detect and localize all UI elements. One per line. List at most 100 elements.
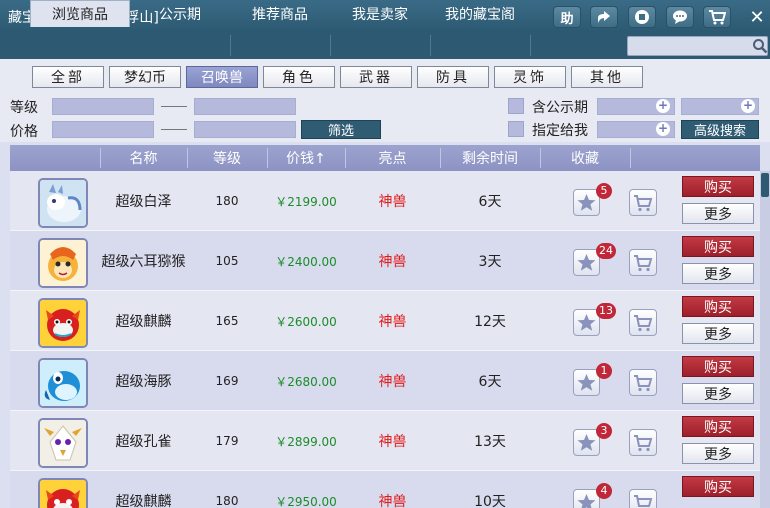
tab-seller-label: 我是卖家	[352, 6, 408, 23]
category-label: 梦幻币	[124, 70, 166, 86]
item-level: 169	[215, 374, 239, 388]
header-divider	[630, 148, 631, 168]
table-row: 超级孔雀 179 ￥2899.00 神兽 13天 3 购买 更多	[10, 411, 760, 471]
favorite-count-badge: 5	[596, 183, 612, 199]
header-label: 名称	[129, 151, 158, 167]
stop-button[interactable]	[628, 6, 656, 28]
buy-button[interactable]: 购买	[682, 176, 754, 197]
tab-my-treasure[interactable]: 我的藏宝阁	[430, 0, 530, 27]
category-accessory[interactable]: 灵饰	[494, 66, 566, 88]
peacock-avatar[interactable]	[38, 418, 88, 468]
tab-divider	[530, 35, 531, 56]
dolphin-avatar[interactable]	[38, 358, 88, 408]
close-button[interactable]: ✕	[748, 6, 766, 28]
header-level[interactable]: 等级	[187, 145, 267, 171]
level-min-input[interactable]	[52, 98, 154, 115]
favorite-count-badge: 1	[596, 363, 612, 379]
add-to-cart-button[interactable]	[629, 489, 657, 508]
favorite-count-badge: 4	[596, 483, 612, 499]
add-to-cart-button[interactable]	[629, 249, 657, 276]
category-armor[interactable]: 防具	[417, 66, 489, 88]
buy-button[interactable]: 购买	[682, 236, 754, 257]
tab-recommended[interactable]: 推荐商品	[230, 0, 330, 27]
buy-label: 购买	[704, 239, 732, 256]
add-to-cart-button[interactable]	[629, 189, 657, 216]
category-summon-beast[interactable]: 召唤兽	[186, 66, 258, 88]
header-time[interactable]: 剩余时间	[440, 145, 540, 171]
more-button[interactable]: 更多	[682, 263, 754, 284]
item-highlight: 神兽	[378, 254, 407, 270]
buy-button[interactable]: 购买	[682, 356, 754, 377]
more-button[interactable]: 更多	[682, 443, 754, 464]
plus-icon[interactable]: +	[741, 99, 755, 113]
cart-icon	[709, 10, 726, 25]
add-to-cart-button[interactable]	[629, 369, 657, 396]
item-remaining-time: 3天	[478, 254, 502, 270]
more-label: 更多	[704, 446, 732, 463]
cart-icon	[634, 435, 653, 452]
table-header: 名称 等级 价钱↑ 亮点 剩余时间 收藏	[10, 145, 760, 171]
header-favorites: 收藏	[540, 145, 630, 171]
message-button[interactable]	[666, 6, 694, 28]
category-label: 全部	[51, 70, 85, 86]
category-character[interactable]: 角色	[263, 66, 335, 88]
header-label: 剩余时间	[462, 151, 518, 167]
cart-icon	[634, 375, 653, 392]
category-other[interactable]: 其他	[571, 66, 643, 88]
share-button[interactable]	[590, 6, 618, 28]
advanced-search-button[interactable]: 高级搜索	[681, 120, 759, 139]
category-weapon[interactable]: 武器	[340, 66, 412, 88]
public-checkbox[interactable]	[508, 98, 524, 114]
more-label: 更多	[704, 266, 732, 283]
more-button[interactable]: 更多	[682, 383, 754, 404]
assigned-checkbox[interactable]	[508, 121, 524, 137]
qilin-avatar[interactable]	[38, 478, 88, 508]
share-icon	[598, 11, 610, 23]
buy-button[interactable]: 购买	[682, 296, 754, 317]
search-icon[interactable]	[752, 38, 768, 54]
header-price[interactable]: 价钱↑	[267, 145, 345, 171]
level-max-input[interactable]	[194, 98, 296, 115]
more-button[interactable]: 更多	[682, 203, 754, 224]
buy-button[interactable]: 购买	[682, 416, 754, 437]
white-beast-avatar[interactable]	[38, 178, 88, 228]
tab-my-treasure-label: 我的藏宝阁	[445, 6, 515, 23]
tab-browse-label: 浏览商品	[52, 7, 108, 23]
monkey-avatar[interactable]	[38, 238, 88, 288]
tab-public[interactable]: 公示期	[130, 0, 230, 27]
price-min-input[interactable]	[52, 121, 154, 138]
category-currency[interactable]: 梦幻币	[109, 66, 181, 88]
add-to-cart-button[interactable]	[629, 309, 657, 336]
close-icon: ✕	[749, 6, 765, 28]
qilin-avatar[interactable]	[38, 298, 88, 348]
header-label: 等级	[213, 151, 241, 167]
item-remaining-time: 12天	[474, 314, 506, 330]
cart-icon	[634, 495, 653, 507]
more-label: 更多	[704, 326, 732, 343]
cart-header-button[interactable]	[703, 6, 731, 28]
add-to-cart-button[interactable]	[629, 429, 657, 456]
plus-icon[interactable]: +	[656, 99, 670, 113]
range-dash	[161, 129, 187, 130]
filter-button[interactable]: 筛选	[301, 120, 381, 139]
item-price: ￥2600.00	[275, 314, 337, 329]
cart-icon	[634, 195, 653, 212]
tab-browse[interactable]: 浏览商品	[30, 0, 130, 27]
plus-icon[interactable]: +	[656, 122, 670, 136]
item-level: 180	[215, 494, 239, 508]
tab-seller[interactable]: 我是卖家	[330, 0, 430, 27]
scrollbar-thumb[interactable]	[761, 173, 769, 197]
buy-label: 购买	[704, 179, 732, 196]
buy-button[interactable]: 购买	[682, 476, 754, 497]
item-name: 超级六耳猕猴	[101, 254, 186, 270]
table-row: 超级海豚 169 ￥2680.00 神兽 6天 1 购买 更多	[10, 351, 760, 411]
search-input[interactable]	[627, 36, 768, 56]
scrollbar[interactable]	[760, 171, 770, 508]
public-label: 含公示期	[532, 100, 588, 116]
category-all[interactable]: 全部	[32, 66, 104, 88]
more-button[interactable]: 更多	[682, 323, 754, 344]
help-button[interactable]: 助	[553, 6, 581, 28]
header-name: 名称	[100, 145, 187, 171]
stop-icon	[635, 10, 649, 24]
price-max-input[interactable]	[194, 121, 296, 138]
